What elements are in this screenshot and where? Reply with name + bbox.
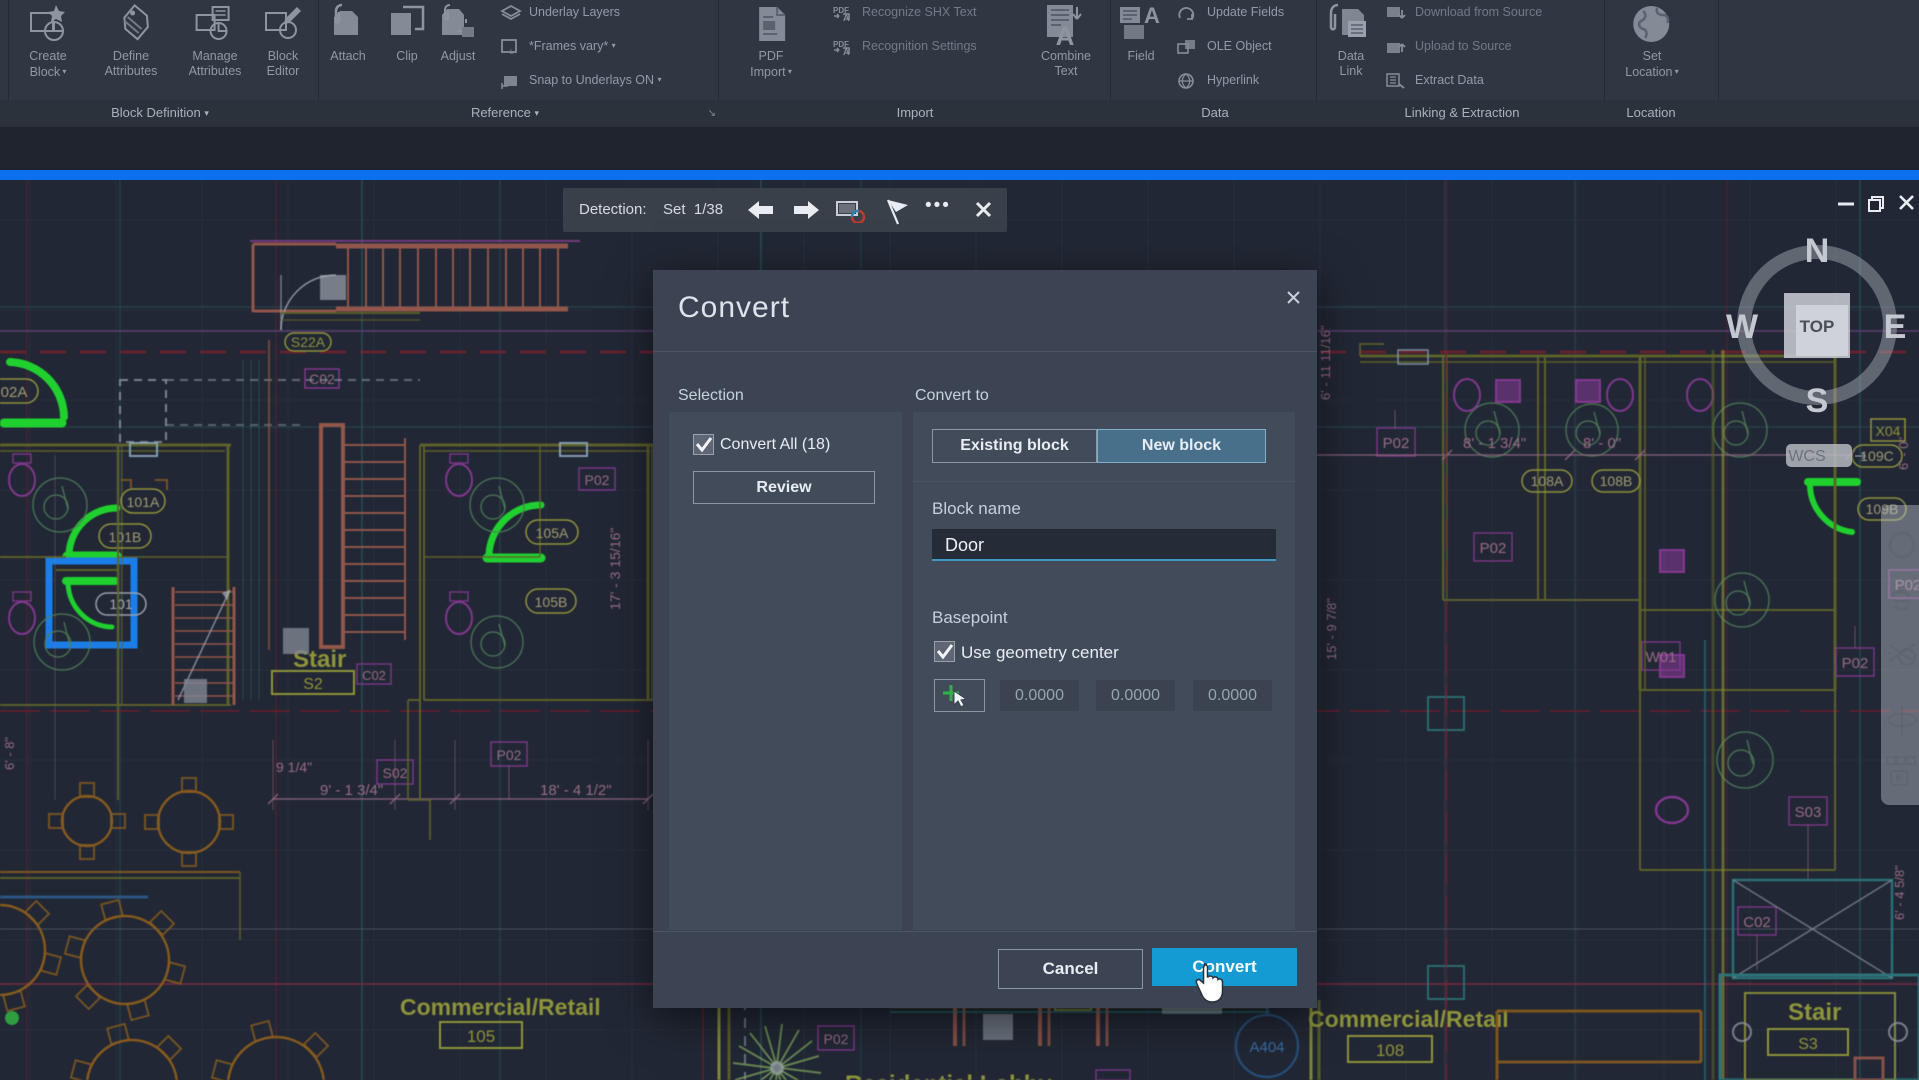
- svg-text:108A: 108A: [1531, 473, 1564, 489]
- svg-text:P02: P02: [585, 472, 610, 488]
- svg-text:W01: W01: [1646, 649, 1677, 666]
- svg-text:WCS: WCS: [1788, 448, 1825, 465]
- svg-text:A: A: [1144, 3, 1160, 28]
- svg-text:S22A: S22A: [291, 334, 326, 350]
- svg-text:6' - 11 11/16": 6' - 11 11/16": [1318, 325, 1333, 400]
- svg-text:C02: C02: [362, 668, 386, 683]
- svg-text:E: E: [1884, 308, 1907, 346]
- svg-text:S3: S3: [1798, 1036, 1818, 1053]
- svg-text:Residential Lobby: Residential Lobby: [845, 1071, 1052, 1080]
- svg-text:9' - 1 3/4": 9' - 1 3/4": [320, 782, 383, 799]
- svg-text:105A: 105A: [536, 525, 569, 541]
- svg-text:A: A: [843, 47, 850, 56]
- svg-text:6' - 8": 6' - 8": [2, 737, 17, 770]
- svg-text:101B: 101B: [109, 529, 142, 545]
- svg-text:15' - 9 7/8": 15' - 9 7/8": [1324, 598, 1339, 660]
- svg-text:P02: P02: [1480, 540, 1507, 557]
- svg-text:17' - 3 15/16": 17' - 3 15/16": [607, 528, 623, 610]
- svg-text:L: L: [510, 49, 514, 56]
- svg-text:101: 101: [109, 596, 133, 612]
- svg-text:S02: S02: [383, 765, 408, 781]
- svg-text:P02: P02: [824, 1031, 849, 1047]
- svg-text:Stair: Stair: [1788, 999, 1841, 1026]
- svg-text:W: W: [1726, 308, 1759, 346]
- svg-text:S: S: [1806, 382, 1829, 420]
- svg-text:S2: S2: [303, 676, 323, 693]
- svg-text:Commercial/Retail: Commercial/Retail: [1308, 1006, 1509, 1032]
- svg-text:A: A: [1056, 21, 1075, 49]
- svg-text:N: N: [1805, 232, 1830, 270]
- svg-text:C02: C02: [1743, 914, 1771, 931]
- svg-text:A: A: [843, 13, 850, 22]
- svg-text:6' - 4 5/8": 6' - 4 5/8": [1892, 865, 1907, 920]
- svg-text:P02: P02: [1842, 655, 1869, 672]
- svg-text:105B: 105B: [535, 594, 568, 610]
- svg-text:101A: 101A: [127, 494, 160, 510]
- svg-text:P02: P02: [1383, 435, 1410, 452]
- svg-text:105: 105: [467, 1027, 495, 1046]
- svg-text:Commercial/Retail: Commercial/Retail: [400, 994, 601, 1020]
- svg-text:S03: S03: [1795, 804, 1822, 821]
- svg-text:02A: 02A: [1, 384, 28, 401]
- svg-text:A404: A404: [1249, 1039, 1284, 1056]
- svg-text:8' - 0": 8' - 0": [1583, 435, 1621, 452]
- svg-text:8' - 1 3/4": 8' - 1 3/4": [1463, 435, 1526, 452]
- svg-text:108: 108: [1376, 1041, 1404, 1060]
- svg-text:18' - 4 1/2": 18' - 4 1/2": [540, 782, 612, 799]
- svg-text:108B: 108B: [1600, 473, 1633, 489]
- svg-text:9 1/4": 9 1/4": [276, 759, 312, 775]
- svg-text:P02: P02: [497, 747, 522, 763]
- svg-text:TOP: TOP: [1800, 317, 1835, 336]
